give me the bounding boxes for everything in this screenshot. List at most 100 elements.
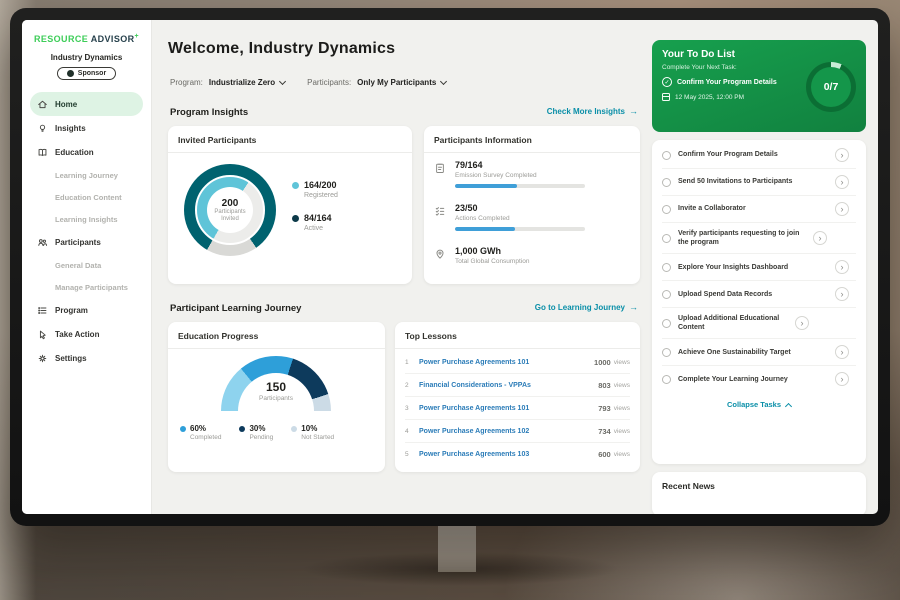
task-expand-button[interactable]: › xyxy=(835,287,849,301)
task-item[interactable]: Send 50 Invitations to Participants › xyxy=(662,169,856,196)
progress-bar xyxy=(455,227,585,231)
participants-information-card: Participants Information 79/164 Emission… xyxy=(424,126,640,284)
task-checkbox[interactable] xyxy=(662,178,671,187)
task-item[interactable]: Upload Spend Data Records › xyxy=(662,281,856,308)
task-item[interactable]: Achieve One Sustainability Target › xyxy=(662,339,856,366)
sidebar-item-settings[interactable]: Settings xyxy=(30,346,143,370)
lesson-row: 4 Power Purchase Agreements 102 734 view… xyxy=(405,420,630,443)
invited-participants-card: Invited Participants 200 Participants In… xyxy=(168,126,412,284)
org-name: Industry Dynamics xyxy=(22,53,151,62)
task-item[interactable]: Complete Your Learning Journey › xyxy=(662,366,856,392)
sidebar-item-education-content[interactable]: Education Content xyxy=(30,186,143,208)
task-label: Confirm Your Program Details xyxy=(678,150,828,159)
legend-label: Registered xyxy=(304,192,338,199)
lesson-row: 3 Power Purchase Agreements 101 793 view… xyxy=(405,397,630,420)
filter-bar: Program: Industrialize Zero Participants… xyxy=(170,78,446,87)
sidebar-item-participants[interactable]: Participants xyxy=(30,230,143,254)
lesson-title-link[interactable]: Financial Considerations - VPPAs xyxy=(419,382,598,389)
check-more-insights-link[interactable]: Check More Insights → xyxy=(547,106,638,116)
participants-filter-dropdown[interactable]: Only My Participants xyxy=(357,78,446,87)
sidebar-item-manage-participants[interactable]: Manage Participants xyxy=(30,276,143,298)
task-expand-button[interactable]: › xyxy=(835,345,849,359)
education-progress-card: Education Progress 150 Participants xyxy=(168,322,385,472)
legend-dot-pending xyxy=(239,426,245,432)
sidebar-item-home[interactable]: Home xyxy=(30,92,143,116)
task-expand-button[interactable]: › xyxy=(835,202,849,216)
task-label: Invite a Collaborator xyxy=(678,204,828,213)
chevron-down-icon xyxy=(440,77,447,84)
arrow-right-icon: → xyxy=(629,106,638,116)
sponsor-icon xyxy=(67,70,74,77)
gauge-center-label: Participants xyxy=(221,395,331,402)
task-checkbox[interactable] xyxy=(662,290,671,299)
task-checkbox[interactable] xyxy=(662,205,671,214)
collapse-tasks-button[interactable]: Collapse Tasks xyxy=(662,392,856,415)
gauge-legend: 60% Completed 30% Pending xyxy=(180,424,379,441)
program-filter-dropdown[interactable]: Industrialize Zero xyxy=(209,78,285,87)
lesson-title-link[interactable]: Power Purchase Agreements 103 xyxy=(419,451,598,458)
lesson-title-link[interactable]: Power Purchase Agreements 101 xyxy=(419,359,594,366)
task-expand-button[interactable]: › xyxy=(835,175,849,189)
lesson-title-link[interactable]: Power Purchase Agreements 101 xyxy=(419,405,598,412)
task-checkbox[interactable] xyxy=(662,375,671,384)
task-checkbox[interactable] xyxy=(662,348,671,357)
chevron-down-icon xyxy=(279,77,286,84)
lesson-views: 793 xyxy=(598,404,611,413)
task-label: Explore Your Insights Dashboard xyxy=(678,263,828,272)
legend-label: Pending xyxy=(249,434,273,441)
task-expand-button[interactable]: › xyxy=(813,231,827,245)
task-expand-button[interactable]: › xyxy=(835,148,849,162)
donut-center-value: 200 xyxy=(222,198,239,209)
lesson-rank: 4 xyxy=(405,428,419,435)
go-to-learning-journey-link[interactable]: Go to Learning Journey → xyxy=(535,302,638,312)
task-checkbox[interactable] xyxy=(662,151,671,160)
clipboard-icon xyxy=(434,161,446,173)
donut-center-label: Participants Invited xyxy=(210,209,250,223)
lesson-views: 1000 xyxy=(594,358,611,367)
sidebar-item-label: Home xyxy=(55,100,77,109)
task-item[interactable]: Verify participants requesting to join t… xyxy=(662,223,856,254)
legend-value: 10% xyxy=(301,424,317,433)
recent-news-card[interactable]: Recent News xyxy=(652,472,866,514)
lesson-row: 1 Power Purchase Agreements 101 1000 vie… xyxy=(405,351,630,374)
metric-label: Emission Survey Completed xyxy=(455,172,585,179)
sidebar-item-education[interactable]: Education xyxy=(30,140,143,164)
lesson-views: 734 xyxy=(598,427,611,436)
task-expand-button[interactable]: › xyxy=(835,260,849,274)
todo-title: Your To Do List xyxy=(662,49,856,60)
todo-summary-card: Your To Do List Complete Your Next Task:… xyxy=(652,40,866,132)
sidebar-item-insights[interactable]: Insights xyxy=(30,116,143,140)
lesson-views: 600 xyxy=(598,450,611,459)
metric-label: Actions Completed xyxy=(455,215,585,222)
task-item[interactable]: Explore Your Insights Dashboard › xyxy=(662,254,856,281)
sidebar-item-learning-insights[interactable]: Learning Insights xyxy=(30,208,143,230)
logo-advisor: ADVISOR xyxy=(91,34,135,44)
chevron-up-icon xyxy=(785,403,792,410)
lesson-title-link[interactable]: Power Purchase Agreements 102 xyxy=(419,428,598,435)
main-content: Welcome, Industry Dynamics Program: Indu… xyxy=(152,20,652,514)
task-item[interactable]: Invite a Collaborator › xyxy=(662,196,856,223)
monitor-stand xyxy=(438,522,476,572)
recent-news-title: Recent News xyxy=(662,481,856,491)
task-expand-button[interactable]: › xyxy=(835,372,849,386)
lesson-views: 803 xyxy=(598,381,611,390)
sidebar-item-learning-journey[interactable]: Learning Journey xyxy=(30,164,143,186)
metric-value: 79/164 xyxy=(455,160,585,170)
task-item[interactable]: Confirm Your Program Details › xyxy=(662,142,856,169)
sidebar-item-general-data[interactable]: General Data xyxy=(30,254,143,276)
metric-label: Total Global Consumption xyxy=(455,258,529,265)
task-checkbox[interactable] xyxy=(662,234,671,243)
task-expand-button[interactable]: › xyxy=(795,316,809,330)
task-checkbox[interactable] xyxy=(662,319,671,328)
lesson-row: 5 Power Purchase Agreements 103 600 view… xyxy=(405,443,630,466)
top-lessons-card: Top Lessons 1 Power Purchase Agreements … xyxy=(395,322,640,472)
monitor-bezel: RESOURCE ADVISOR+ Industry Dynamics Spon… xyxy=(10,8,890,526)
task-item[interactable]: Upload Additional Educational Content › xyxy=(662,308,856,339)
task-checkbox[interactable] xyxy=(662,263,671,272)
sidebar-item-take-action[interactable]: Take Action xyxy=(30,322,143,346)
book-icon xyxy=(37,147,48,158)
sidebar-item-label: Take Action xyxy=(55,330,99,339)
calendar-icon xyxy=(662,93,670,101)
sidebar-item-program[interactable]: Program xyxy=(30,298,143,322)
sidebar-item-label: Program xyxy=(55,306,88,315)
